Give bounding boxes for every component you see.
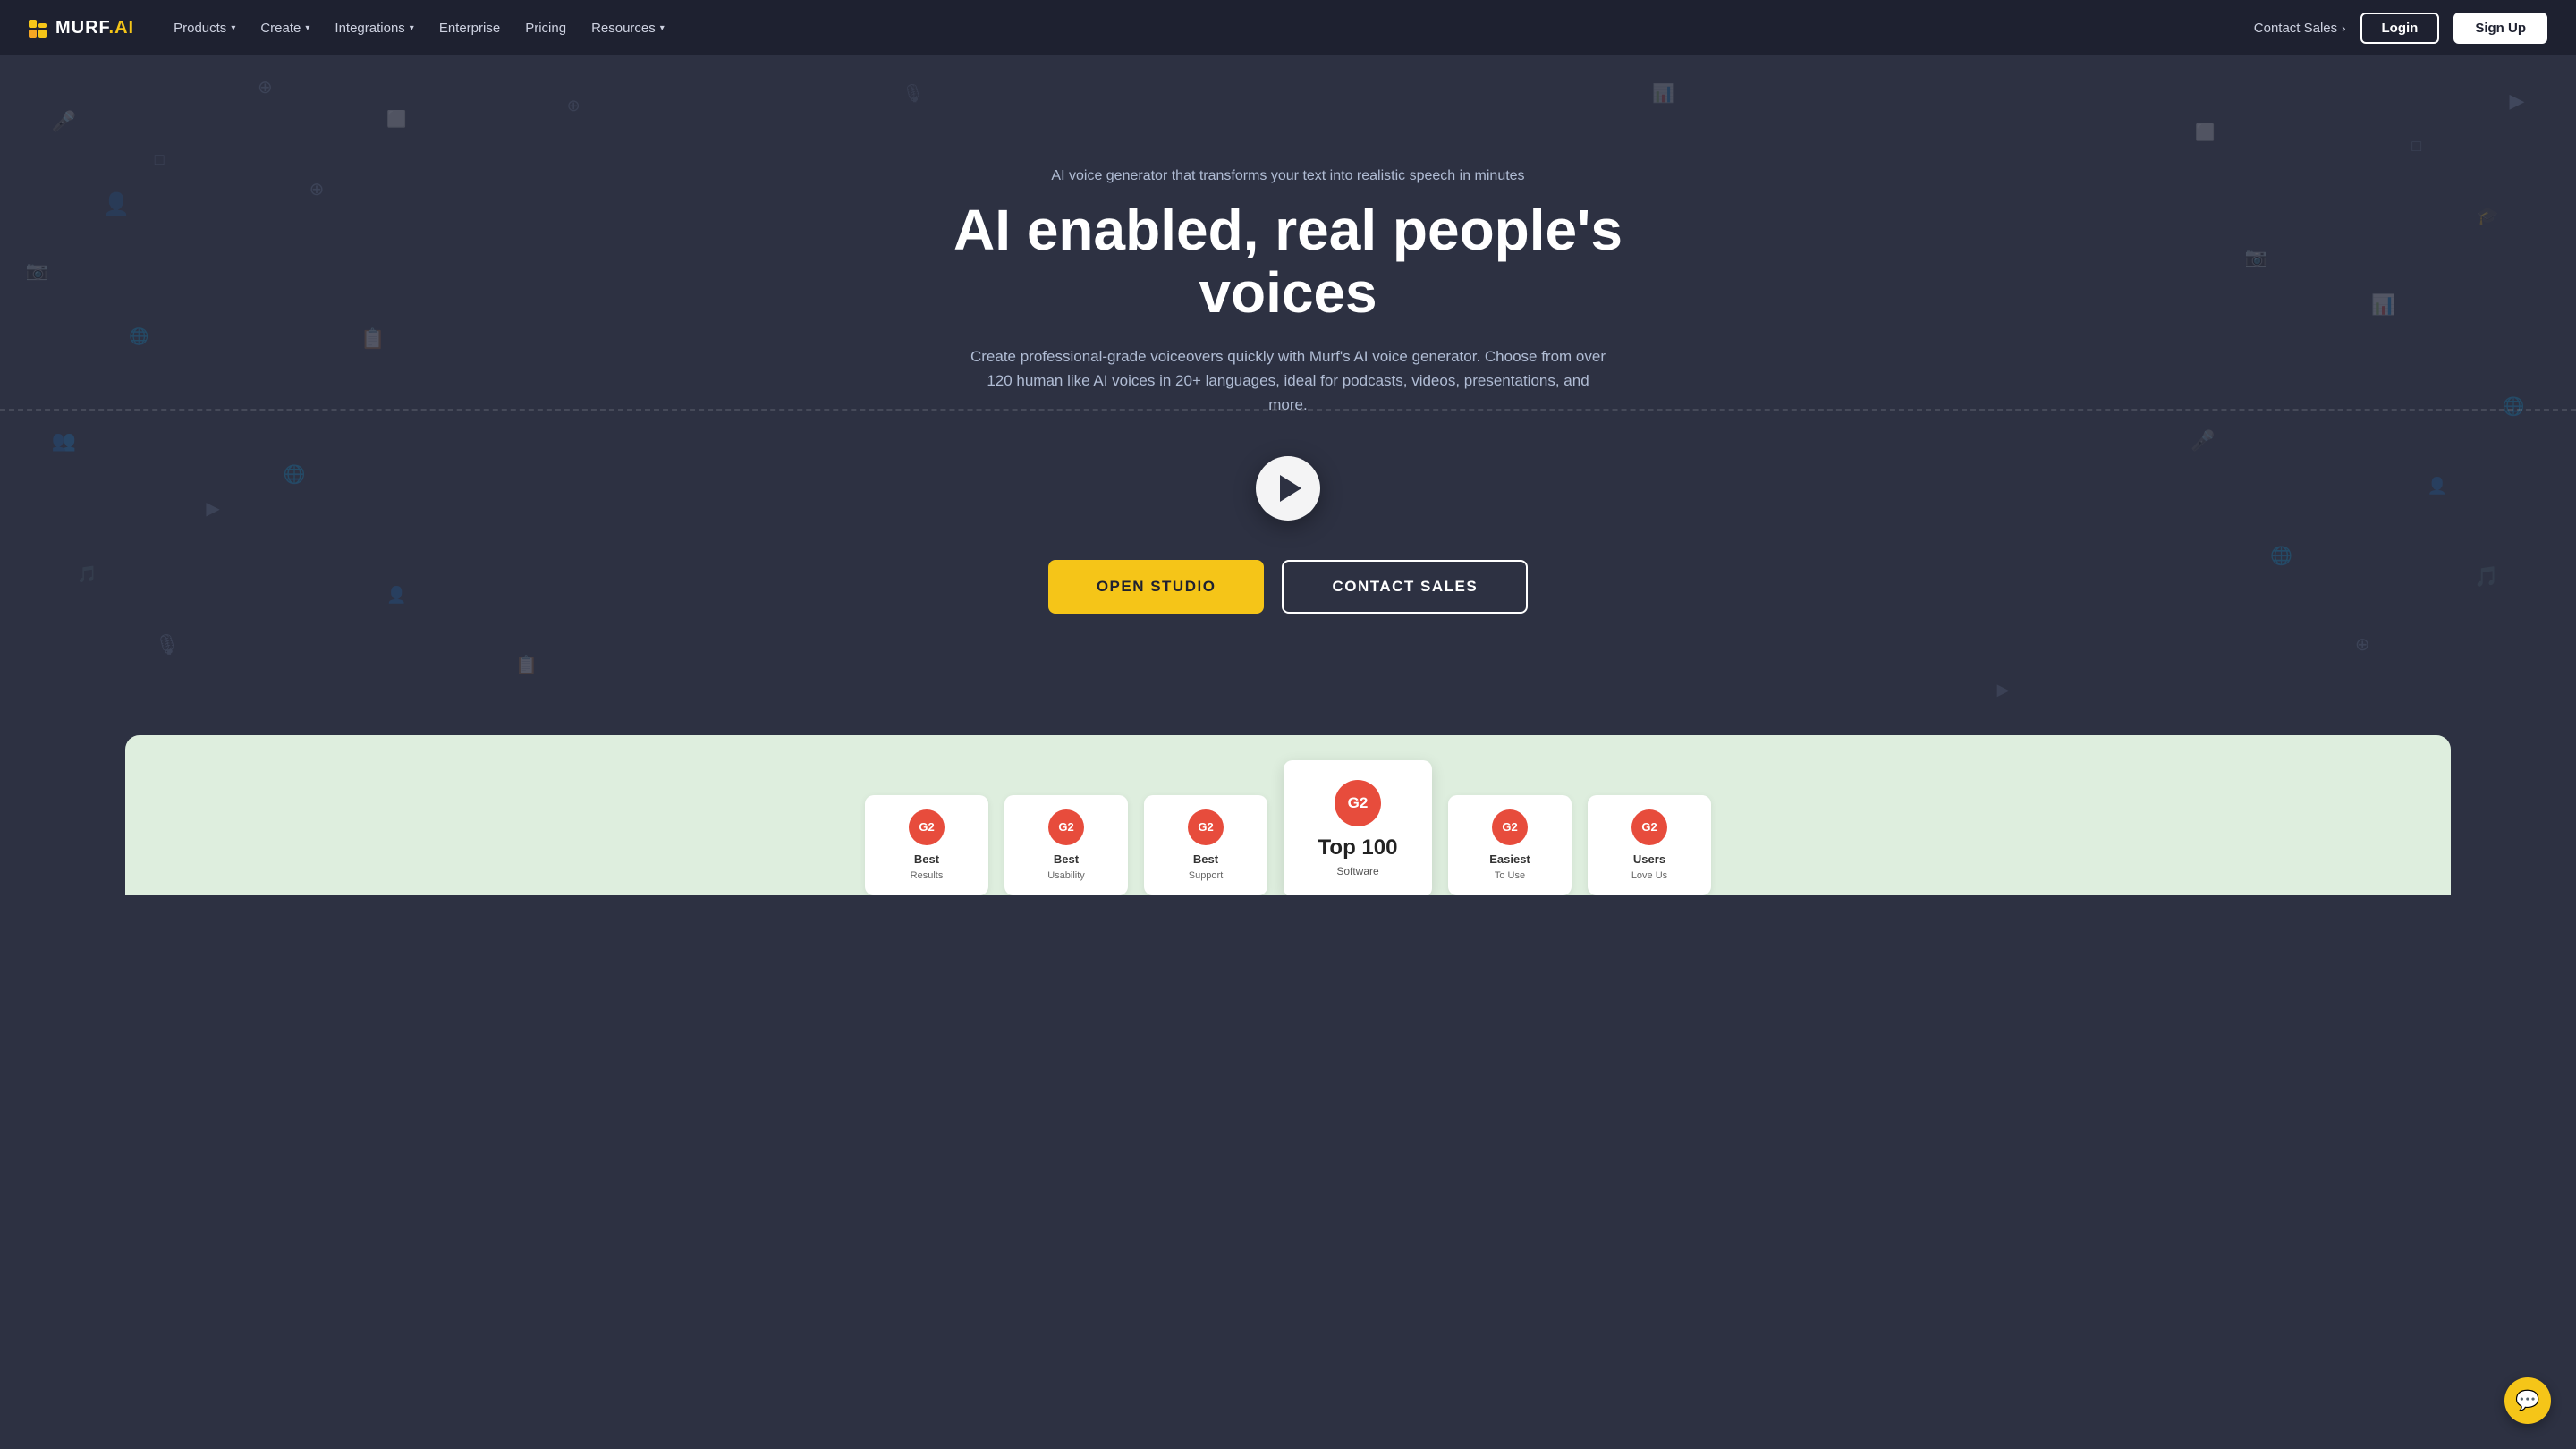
award-sublabel-5: To Use bbox=[1461, 870, 1559, 881]
hero-title: AI enabled, real people's voices bbox=[859, 199, 1717, 325]
award-card-3: G2 Best Support bbox=[1144, 795, 1267, 895]
signup-button[interactable]: Sign Up bbox=[2453, 13, 2547, 44]
chevron-down-icon: ▾ bbox=[231, 23, 235, 33]
g2-badge-3: G2 bbox=[1188, 809, 1224, 845]
cta-buttons: OPEN STUDIO CONTACT SALES bbox=[859, 560, 1717, 614]
chat-icon: 💬 bbox=[2515, 1389, 2539, 1412]
nav-create[interactable]: Create ▾ bbox=[250, 13, 320, 43]
award-label-featured: Top 100 bbox=[1300, 835, 1416, 861]
logo-text: MURF.AI bbox=[55, 18, 134, 38]
hero-section: 🎤 □ ⊕ 👤 📷 🌐 👥 ▶ 🎵 🎙 ⬜ ⊕ 📋 🌐 👤 ▶ □ 🎓 📊 🌐 … bbox=[0, 55, 2576, 735]
nav-pricing[interactable]: Pricing bbox=[514, 13, 577, 43]
nav-integrations[interactable]: Integrations ▾ bbox=[324, 13, 424, 43]
award-card-featured: G2 Top 100 Software bbox=[1284, 760, 1432, 895]
hero-description: Create professional-grade voiceovers qui… bbox=[966, 344, 1610, 418]
award-card-5: G2 Easiest To Use bbox=[1448, 795, 1572, 895]
award-label-3: Best bbox=[1157, 852, 1255, 868]
chevron-down-icon: ▾ bbox=[660, 23, 665, 33]
nav-enterprise[interactable]: Enterprise bbox=[428, 13, 511, 43]
awards-section: G2 Best Results G2 Best Usability G2 Bes… bbox=[0, 735, 2576, 895]
award-card-2: G2 Best Usability bbox=[1004, 795, 1128, 895]
award-sublabel-featured: Software bbox=[1300, 865, 1416, 877]
nav-links: Products ▾ Create ▾ Integrations ▾ Enter… bbox=[163, 13, 675, 43]
award-label-5: Easiest bbox=[1461, 852, 1559, 868]
award-sublabel-2: Usability bbox=[1017, 870, 1115, 881]
awards-container: G2 Best Results G2 Best Usability G2 Bes… bbox=[125, 735, 2451, 895]
award-sublabel-3: Support bbox=[1157, 870, 1255, 881]
chevron-down-icon: ▾ bbox=[410, 23, 414, 33]
award-label-1: Best bbox=[877, 852, 976, 868]
g2-badge-5: G2 bbox=[1492, 809, 1528, 845]
award-sublabel-1: Results bbox=[877, 870, 976, 881]
arrow-right-icon: › bbox=[2342, 21, 2345, 35]
chevron-down-icon: ▾ bbox=[305, 23, 309, 33]
award-sublabel-6: Love Us bbox=[1600, 870, 1699, 881]
g2-badge-6: G2 bbox=[1631, 809, 1667, 845]
logo-mark bbox=[29, 18, 47, 38]
award-card-6: G2 Users Love Us bbox=[1588, 795, 1711, 895]
nav-right: Contact Sales › Login Sign Up bbox=[2254, 13, 2547, 44]
contact-sales-button[interactable]: CONTACT SALES bbox=[1282, 560, 1528, 614]
g2-badge-featured: G2 bbox=[1335, 780, 1381, 826]
play-icon bbox=[1280, 475, 1301, 502]
g2-badge-1: G2 bbox=[909, 809, 945, 845]
play-button[interactable] bbox=[1256, 456, 1320, 521]
nav-resources[interactable]: Resources ▾ bbox=[580, 13, 675, 43]
g2-badge-2: G2 bbox=[1048, 809, 1084, 845]
logo[interactable]: MURF.AI bbox=[29, 18, 134, 38]
play-button-wrap bbox=[859, 456, 1717, 521]
navbar: MURF.AI Products ▾ Create ▾ Integrations… bbox=[0, 0, 2576, 55]
chat-support-button[interactable]: 💬 bbox=[2504, 1377, 2551, 1424]
award-card-1: G2 Best Results bbox=[865, 795, 988, 895]
open-studio-button[interactable]: OPEN STUDIO bbox=[1048, 560, 1265, 614]
login-button[interactable]: Login bbox=[2360, 13, 2440, 44]
award-label-2: Best bbox=[1017, 852, 1115, 868]
contact-sales-link[interactable]: Contact Sales › bbox=[2254, 21, 2346, 36]
hero-content: AI voice generator that transforms your … bbox=[859, 168, 1717, 614]
hero-subtitle: AI voice generator that transforms your … bbox=[859, 168, 1717, 184]
nav-products[interactable]: Products ▾ bbox=[163, 13, 246, 43]
award-label-6: Users bbox=[1600, 852, 1699, 868]
nav-left: MURF.AI Products ▾ Create ▾ Integrations… bbox=[29, 13, 675, 43]
